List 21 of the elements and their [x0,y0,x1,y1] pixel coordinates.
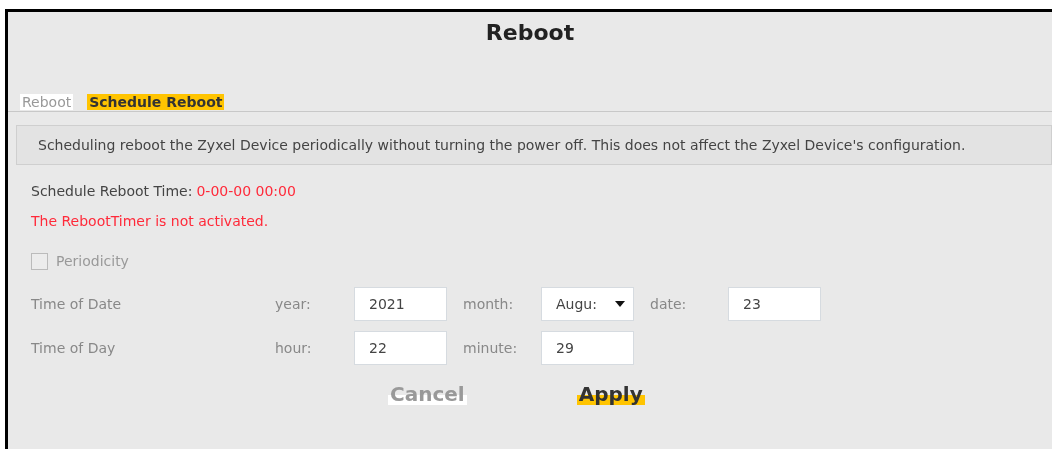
input-field[interactable]: 29 [541,331,634,365]
page-title: Reboot [484,19,576,47]
status-message: The RebootTimer is not activated. [31,212,270,231]
field-label: year: [275,294,312,314]
periodicity-label: Periodicity [56,251,129,271]
caret-icon [615,301,625,307]
schedule-time-label: Schedule Reboot Time: [31,181,193,201]
input-field[interactable]: 2021 [354,287,447,321]
input-field[interactable]: 22 [354,331,447,365]
row-label: Time of Date [31,294,123,314]
field-label: date: [650,294,688,314]
field-label: month: [463,294,515,314]
schedule-time-value: 0-00-00 00:00 [196,181,296,201]
field-label: hour: [275,338,313,358]
field-label: minute: [463,338,519,358]
apply-button[interactable]: Apply [576,383,645,405]
month-dropdown[interactable]: Augu: [541,287,634,321]
tab[interactable]: Schedule Reboot [87,94,225,110]
description-text: Scheduling reboot the Zyxel Device periodically without turning the power off. This does not affect the Zyxel Device's configuration. [16,125,1052,165]
input-field[interactable]: 23 [728,287,821,321]
row-label: Time of Day [31,338,117,358]
